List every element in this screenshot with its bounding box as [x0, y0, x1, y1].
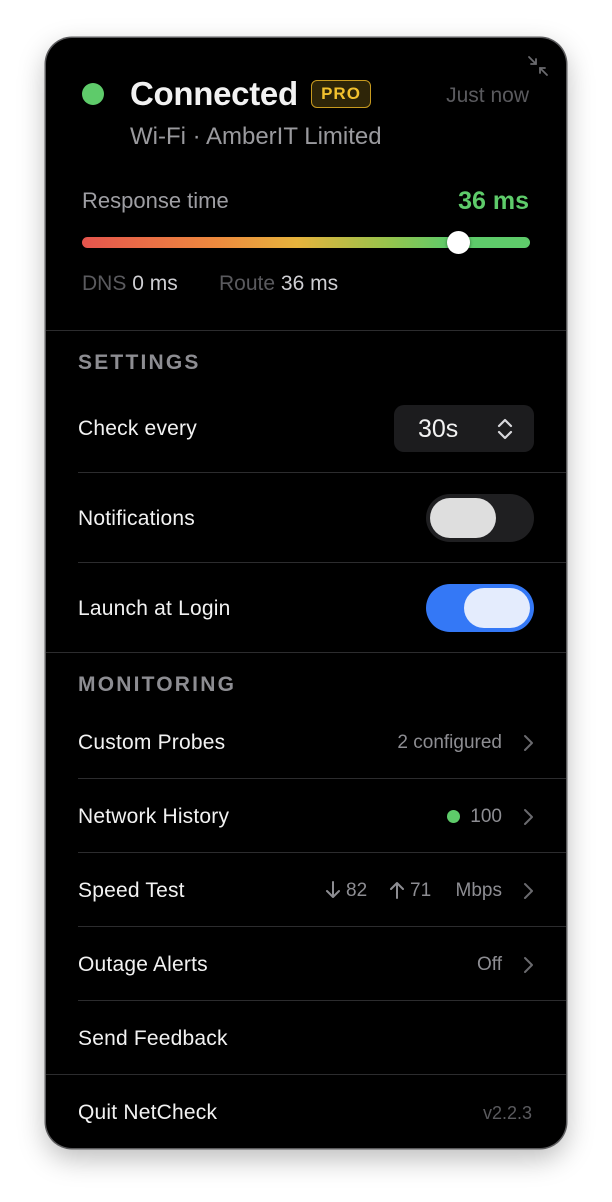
network-history-row[interactable]: Network History 100 [46, 779, 566, 852]
check-every-label: Check every [78, 417, 197, 440]
quit-label: Quit NetCheck [78, 1101, 218, 1124]
speed-unit: Mbps [455, 880, 502, 901]
chevron-right-icon [524, 735, 533, 751]
toggle-knob [430, 498, 496, 538]
custom-probes-label: Custom Probes [78, 731, 226, 754]
response-time-value: 36 ms [458, 187, 529, 215]
custom-probes-value: 2 configured [397, 732, 502, 753]
network-history-label: Network History [78, 805, 230, 828]
chevron-right-icon [524, 883, 533, 899]
route-metric: Route 36 ms [219, 271, 338, 297]
send-feedback-label: Send Feedback [78, 1027, 228, 1050]
dns-label: DNS [82, 272, 127, 295]
collapse-icon[interactable] [526, 54, 550, 78]
chevron-up-down-icon [494, 415, 516, 443]
upload-speed: 71 [410, 880, 432, 901]
send-feedback-row[interactable]: Send Feedback [46, 1001, 566, 1074]
speed-test-label: Speed Test [78, 879, 185, 902]
settings-heading: SETTINGS [78, 351, 201, 374]
check-interval-select[interactable]: 30s [394, 405, 534, 452]
divider [46, 652, 566, 653]
response-time-indicator [447, 231, 470, 254]
network-history-value: 100 [470, 806, 502, 827]
arrow-up-icon [390, 882, 404, 899]
launch-at-login-toggle[interactable] [426, 584, 534, 632]
quit-row[interactable]: Quit NetCheck v2.2.3 [46, 1075, 566, 1148]
chevron-right-icon [524, 957, 533, 973]
toggle-knob [464, 588, 530, 628]
custom-probes-row[interactable]: Custom Probes 2 configured [46, 704, 566, 778]
route-value: 36 ms [280, 272, 339, 295]
dns-value: 0 ms [132, 272, 178, 295]
netcheck-popover: Connected PRO Just now Wi-Fi · AmberIT L… [46, 38, 566, 1148]
check-interval-value: 30s [418, 415, 459, 443]
download-speed: 82 [346, 880, 368, 901]
network-name: Wi-Fi · AmberIT Limited [130, 123, 382, 150]
response-time-label: Response time [82, 188, 229, 213]
outage-alerts-label: Outage Alerts [78, 953, 208, 976]
divider [78, 562, 566, 563]
monitoring-heading: MONITORING [78, 673, 237, 696]
dns-metric: DNS 0 ms [82, 271, 178, 297]
route-label: Route [219, 272, 276, 295]
notifications-label: Notifications [78, 507, 195, 530]
notifications-toggle[interactable] [426, 494, 534, 542]
status-title: Connected [130, 75, 298, 112]
outage-alerts-row[interactable]: Outage Alerts Off [46, 927, 566, 1000]
outage-alerts-value: Off [477, 954, 502, 975]
launch-at-login-label: Launch at Login [78, 597, 231, 620]
arrow-down-icon [326, 881, 340, 898]
chevron-right-icon [524, 809, 533, 825]
history-status-dot [447, 810, 460, 823]
status-dot [82, 83, 104, 105]
pro-badge: PRO [311, 80, 371, 108]
last-checked-timestamp: Just now [446, 84, 529, 107]
divider [46, 330, 566, 331]
divider [78, 472, 566, 473]
speed-test-row[interactable]: Speed Test 82 71 Mbps [46, 853, 566, 926]
app-version: v2.2.3 [482, 1103, 532, 1123]
